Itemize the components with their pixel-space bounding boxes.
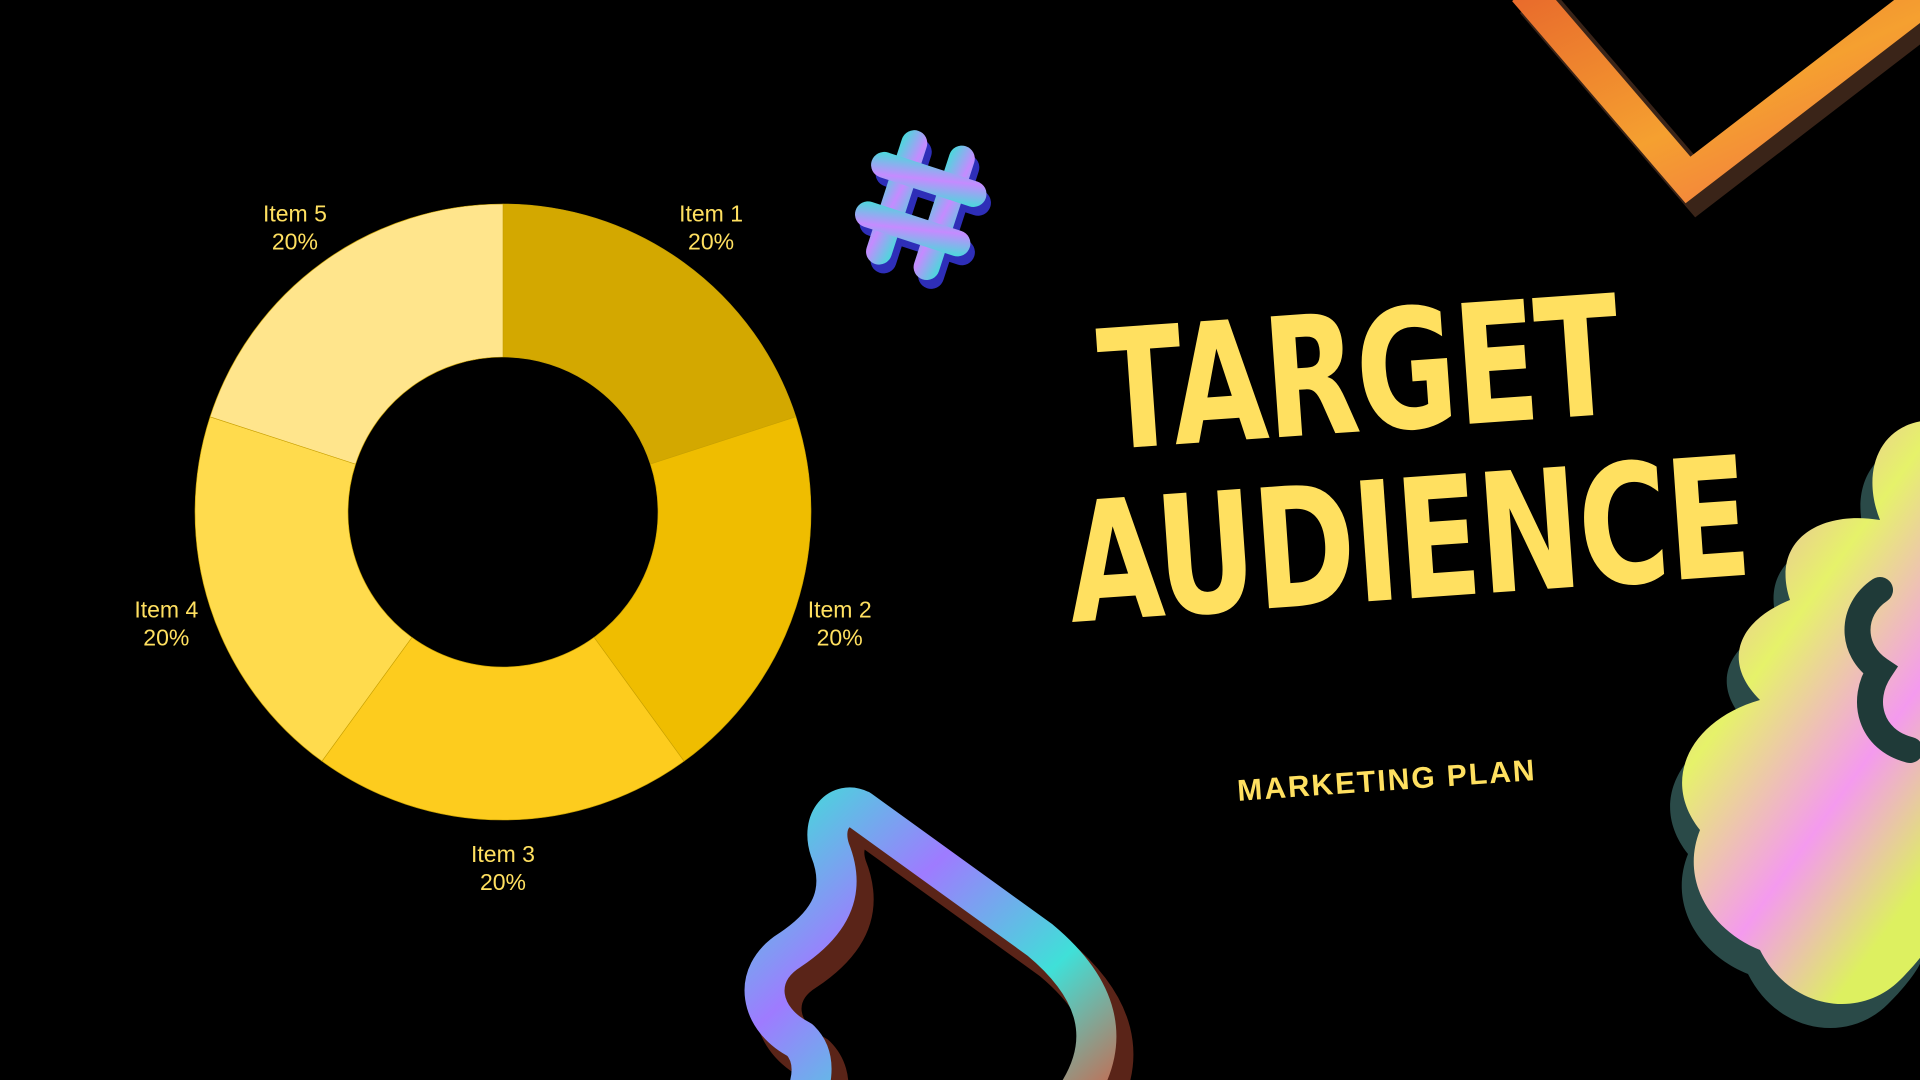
- title-line-audience: AUDIENCE: [1060, 421, 1755, 662]
- donut-label-percent: 20%: [143, 624, 189, 650]
- donut-label-percent: 20%: [688, 229, 734, 255]
- donut-label-name: Item 1: [679, 201, 743, 227]
- donut-label-name: Item 5: [263, 201, 327, 227]
- title-block: TARGET AUDIENCE MARKETING PLAN: [941, 232, 1798, 848]
- donut-label-name: Item 4: [134, 596, 198, 622]
- slide: Item 1 20% Item 2 20% Item 3 20% Item 4 20% Item…: [0, 0, 1920, 1080]
- donut-slice-item-5: [209, 203, 504, 465]
- donut-label-item-4: Item 4 20%: [134, 596, 198, 650]
- donut-label-percent: 20%: [817, 624, 863, 650]
- donut-slices: [194, 203, 812, 821]
- donut-label-item-2: Item 2 20%: [808, 596, 872, 650]
- donut-label-name: Item 2: [808, 596, 872, 622]
- donut-label-item-1: Item 1 20%: [679, 201, 743, 255]
- donut-label-item-5: Item 5 20%: [263, 201, 327, 255]
- donut-label-name: Item 3: [471, 841, 535, 867]
- donut-label-percent: 20%: [480, 869, 526, 895]
- donut-label-percent: 20%: [272, 229, 318, 255]
- donut-label-item-3: Item 3 20%: [471, 841, 535, 895]
- donut-slice-item-1: [502, 203, 797, 465]
